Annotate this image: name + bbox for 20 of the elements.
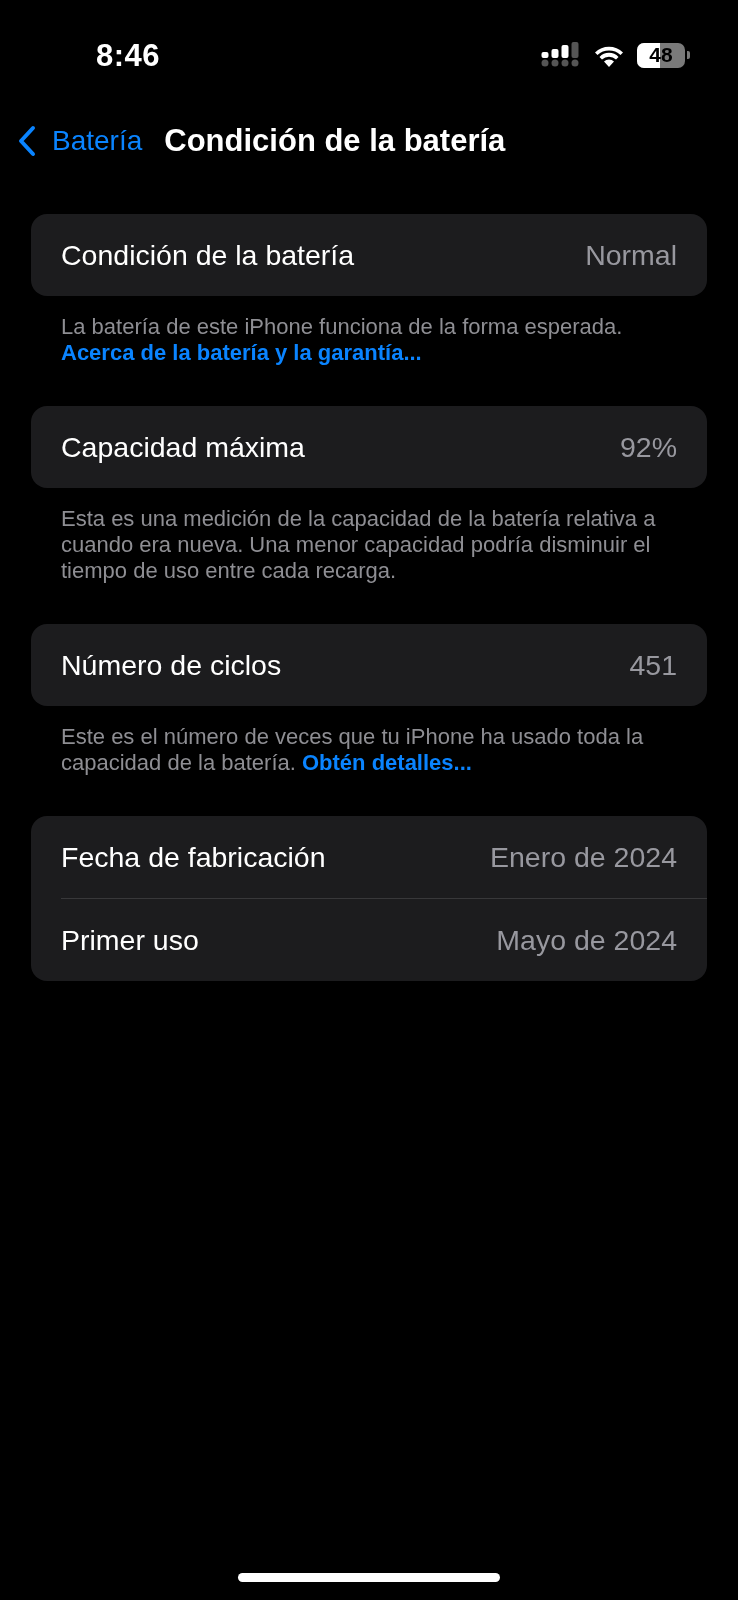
page-title: Condición de la batería	[164, 123, 506, 159]
row-label: Primer uso	[61, 923, 199, 957]
row-value: 451	[629, 648, 677, 682]
row-value: Enero de 2024	[490, 840, 677, 874]
footer-note: Este es el número de veces que tu iPhone ha usado toda la capacidad de la batería. Obtén detalles...	[61, 724, 645, 776]
chevron-left-icon	[18, 125, 36, 157]
row-label: Fecha de fabricación	[61, 840, 326, 874]
footer-note: Esta es una medición de la capacidad de la batería relativa a cuando era nueva. Una menor capacidad podría disminuir el tiempo de uso entre cada recarga.	[61, 506, 657, 584]
row-value: Normal	[585, 238, 677, 272]
row-label: Número de ciclos	[61, 648, 282, 682]
row-value: 92%	[619, 430, 677, 464]
back-button[interactable]: Batería	[18, 125, 143, 157]
info-link[interactable]: Obtén detalles...	[301, 750, 472, 775]
row-label: Capacidad máxima	[61, 430, 305, 464]
info-link[interactable]: Acerca de la batería y la garantía...	[61, 340, 422, 365]
row-label: Condición de la batería	[61, 238, 355, 272]
signal-icon	[541, 42, 581, 68]
row-value: Mayo de 2024	[496, 923, 677, 957]
footer-note: La batería de este iPhone funciona de la forma esperada. Acerca de la batería y la garantía...	[61, 314, 624, 366]
clock-time: 8:46	[96, 38, 161, 74]
